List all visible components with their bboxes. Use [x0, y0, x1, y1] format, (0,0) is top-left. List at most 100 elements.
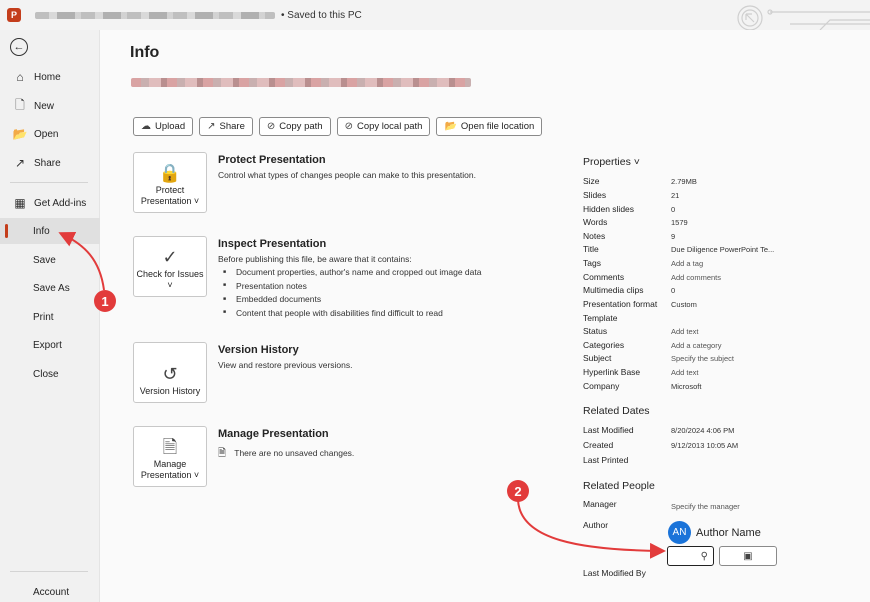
- prop-label: Tags: [583, 258, 601, 268]
- checklist-icon: ✓: [162, 247, 178, 267]
- prop-value: 1579: [671, 218, 688, 227]
- copy-path-button[interactable]: ⊘ Copy path: [258, 117, 331, 136]
- list-item: Presentation notes: [223, 281, 481, 295]
- subject-field[interactable]: Specify the subject: [671, 354, 734, 363]
- check-for-issues-button[interactable]: ✓ Check for Issues ˅: [133, 236, 207, 297]
- prop-label: Status: [583, 326, 608, 336]
- prop-label: Notes: [583, 231, 606, 241]
- prop-label: Last Printed: [583, 455, 629, 465]
- open-file-location-button[interactable]: 📂 Open file location: [436, 117, 543, 136]
- hyperlink-base-field[interactable]: Add text: [671, 368, 699, 377]
- blurred-file-path: [131, 78, 471, 87]
- open-file-location-label: Open file location: [460, 121, 535, 132]
- tags-field[interactable]: Add a tag: [671, 259, 703, 268]
- folder-icon: 📂: [444, 121, 457, 132]
- sidebar-item-label: Home: [34, 71, 61, 83]
- sidebar-item-save-as[interactable]: Save As: [0, 275, 100, 301]
- title-value[interactable]: Due Diligence PowerPoint Te...: [671, 245, 774, 254]
- copy-path-label: Copy path: [279, 121, 323, 132]
- inspect-bullet-list: Document properties, author's name and c…: [223, 267, 481, 321]
- share-button[interactable]: ↗ Share: [199, 117, 253, 136]
- sidebar-item-info[interactable]: Info: [0, 218, 100, 244]
- prop-label: Title: [583, 244, 599, 254]
- sidebar-item-label: New: [34, 100, 55, 112]
- protect-description: Control what types of changes people can…: [218, 170, 476, 180]
- list-item: Document properties, author's name and c…: [223, 267, 481, 281]
- share-icon: ↗: [207, 121, 216, 132]
- sidebar-item-label: Share: [34, 157, 61, 169]
- sidebar-item-label: Save As: [33, 282, 70, 294]
- save-status: • Saved to this PC: [281, 9, 362, 21]
- comments-field[interactable]: Add comments: [671, 273, 721, 282]
- manage-description: 🗎 There are no unsaved changes.: [218, 446, 354, 463]
- annotation-badge-1: 1: [94, 290, 116, 312]
- link-icon: ⊘: [266, 121, 276, 132]
- categories-field[interactable]: Add a category: [671, 341, 721, 350]
- sidebar-item-save[interactable]: Save: [0, 247, 100, 273]
- version-heading: Version History: [218, 344, 299, 356]
- sidebar-item-open[interactable]: 📂 Open: [0, 121, 100, 147]
- prop-label: Comments: [583, 272, 625, 282]
- prop-value: 2.79MB: [671, 177, 697, 186]
- protect-heading: Protect Presentation: [218, 154, 326, 166]
- lock-search-icon: 🔒: [158, 163, 182, 183]
- company-field[interactable]: Microsoft: [671, 382, 701, 391]
- add-author-input[interactable]: ⚲: [667, 546, 714, 566]
- backstage-sidebar: ← ⌂ Home 🗋 New 📂 Open ↗ Share ▦ Get Add-…: [0, 30, 100, 602]
- cloud-upload-icon: ☁: [141, 121, 151, 132]
- document-icon: 🗎: [218, 448, 227, 459]
- sidebar-item-home[interactable]: ⌂ Home: [0, 64, 100, 90]
- sidebar-item-close[interactable]: Close: [0, 361, 100, 387]
- prop-value: 0: [671, 205, 676, 214]
- author-name[interactable]: Author Name: [696, 527, 761, 539]
- prop-value: 8/20/2024 4:06 PM: [671, 426, 735, 435]
- circuit-decoration: [737, 5, 870, 30]
- page-title: Info: [130, 44, 160, 61]
- prop-value: 9/12/2013 10:05 AM: [671, 441, 739, 450]
- annotation-badge-2: 2: [507, 480, 529, 502]
- sidebar-item-print[interactable]: Print: [0, 304, 100, 330]
- prop-label: Presentation format: [583, 299, 658, 309]
- copy-local-path-button[interactable]: ⊘ Copy local path: [336, 117, 431, 136]
- prop-label: Hyperlink Base: [583, 367, 641, 377]
- manage-heading: Manage Presentation: [218, 428, 329, 440]
- prop-label: Company: [583, 381, 620, 391]
- prop-label: Size: [583, 176, 600, 186]
- upload-button[interactable]: ☁ Upload: [133, 117, 194, 136]
- protect-presentation-button[interactable]: 🔒 Protect Presentation ˅: [133, 152, 207, 213]
- history-clock-icon: ↺: [162, 364, 178, 384]
- share-label: Share: [219, 121, 245, 132]
- prop-label: Last Modified: [583, 425, 634, 435]
- version-history-button[interactable]: ↺ Version History: [133, 342, 207, 403]
- prop-value: 21: [671, 191, 680, 200]
- folder-open-icon: 📂: [12, 127, 28, 141]
- prop-label: Slides: [583, 190, 607, 200]
- document-manage-icon: 🗎: [162, 437, 178, 457]
- sidebar-divider: [10, 571, 88, 572]
- sidebar-item-new[interactable]: 🗋 New: [0, 93, 100, 119]
- address-book-button[interactable]: ▣: [719, 546, 777, 566]
- sidebar-item-label: Open: [34, 128, 59, 140]
- prop-label: Template: [583, 313, 618, 323]
- manager-field[interactable]: Specify the manager: [671, 502, 740, 511]
- related-people-heading: Related People: [583, 480, 655, 492]
- prop-value: 0: [671, 286, 676, 295]
- prop-label: Author: [583, 520, 609, 530]
- inspect-heading: Inspect Presentation: [218, 238, 327, 250]
- status-field[interactable]: Add text: [671, 327, 699, 336]
- prop-label: Subject: [583, 353, 612, 363]
- manage-presentation-button[interactable]: 🗎 Manage Presentation ˅: [133, 426, 207, 487]
- tile-label: Check for Issues ˅: [136, 269, 204, 290]
- author-avatar: AN: [668, 521, 691, 544]
- title-bar: P • Saved to this PC: [0, 0, 870, 30]
- sidebar-item-export[interactable]: Export: [0, 332, 100, 358]
- sidebar-item-get-add-ins[interactable]: ▦ Get Add-ins: [0, 190, 100, 216]
- info-pane: Info ☁ Upload ↗ Share ⊘ Copy path ⊘ Copy…: [101, 30, 870, 602]
- sidebar-item-label: Save: [33, 254, 56, 266]
- sidebar-item-share[interactable]: ↗ Share: [0, 150, 100, 176]
- properties-dropdown[interactable]: Properties ˅: [583, 156, 640, 168]
- sidebar-item-account[interactable]: Account: [0, 579, 100, 602]
- back-arrow-icon[interactable]: ←: [10, 38, 28, 56]
- sidebar-item-label: Info: [33, 225, 50, 237]
- tile-label: Protect Presentation ˅: [140, 185, 200, 206]
